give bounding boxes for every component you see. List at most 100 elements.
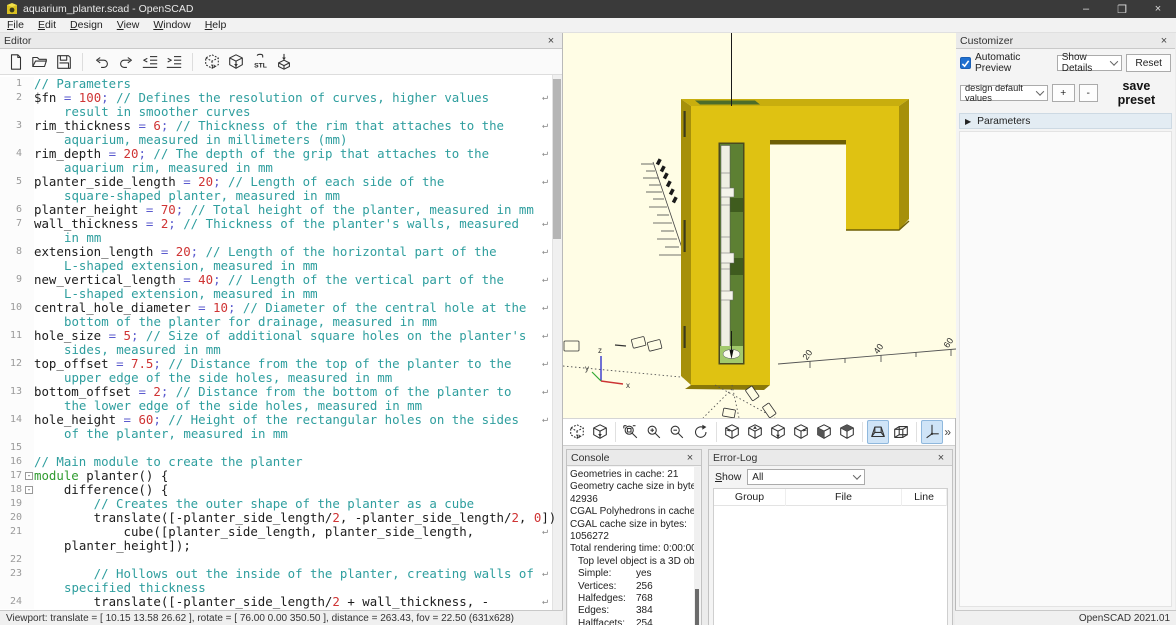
code-line[interactable]: 21 cube([planter_side_length, planter_si… xyxy=(0,525,562,539)
code-line[interactable]: result in smoother curves xyxy=(0,105,562,119)
code-line[interactable]: 15 xyxy=(0,441,562,455)
code-line[interactable]: the lower edge of the side holes, measur… xyxy=(0,399,562,413)
new-file-button[interactable] xyxy=(4,50,28,74)
code-line[interactable]: 23 // Hollows out the inside of the plan… xyxy=(0,567,562,581)
code-line[interactable]: 1// Parameters xyxy=(0,77,562,91)
code-line[interactable]: of the planter, measured in mm xyxy=(0,427,562,441)
column-header-line[interactable]: Line xyxy=(902,489,947,506)
save-file-button[interactable] xyxy=(52,50,76,74)
code-line[interactable]: 16// Main module to create the planter xyxy=(0,455,562,469)
view-top-button[interactable] xyxy=(744,420,766,444)
preview-button[interactable]: » xyxy=(200,50,224,74)
perspective-button[interactable] xyxy=(867,420,889,444)
open-file-button[interactable] xyxy=(28,50,52,74)
code-line[interactable]: 6planter_height = 70; // Total height of… xyxy=(0,203,562,217)
console-output[interactable]: Geometries in cache: 21Geometry cache si… xyxy=(568,467,700,625)
error-filter-dropdown[interactable]: All xyxy=(747,469,865,485)
code-line[interactable]: 4rim_depth = 20; // The depth of the gri… xyxy=(0,147,562,161)
menu-design[interactable]: Design xyxy=(63,18,110,33)
reset-view-button[interactable] xyxy=(690,420,712,444)
code-line[interactable]: L-shaped extension, measured in mm xyxy=(0,287,562,301)
render-button[interactable] xyxy=(224,50,248,74)
code-line[interactable]: bottom of the planter for drainage, meas… xyxy=(0,315,562,329)
customizer-close-icon[interactable]: × xyxy=(1157,35,1171,47)
code-line[interactable]: in mm xyxy=(0,231,562,245)
view-bottom-button[interactable] xyxy=(767,420,789,444)
code-line[interactable]: 7wall_thickness = 2; // Thickness of the… xyxy=(0,217,562,231)
code-line[interactable]: aquarium rim, measured in mm xyxy=(0,161,562,175)
fold-marker[interactable]: - xyxy=(25,472,33,480)
code-line[interactable]: 19 // Creates the outer shape of the pla… xyxy=(0,497,562,511)
zoom-all-button[interactable] xyxy=(620,420,642,444)
automatic-preview-checkbox[interactable] xyxy=(960,57,971,69)
view-front-button[interactable] xyxy=(813,420,835,444)
menu-file[interactable]: File xyxy=(0,18,31,33)
code-line[interactable]: square-shaped planter, measured in mm xyxy=(0,189,562,203)
export-stl-button[interactable]: STL xyxy=(248,50,272,74)
zoom-in-button[interactable] xyxy=(643,420,665,444)
view-back-button[interactable] xyxy=(836,420,858,444)
code-line[interactable]: aquarium, measured in millimeters (mm) xyxy=(0,133,562,147)
undo-button[interactable] xyxy=(90,50,114,74)
code-line[interactable]: 5planter_side_length = 20; // Length of … xyxy=(0,175,562,189)
maximize-button[interactable]: ❐ xyxy=(1104,0,1140,18)
show-details-dropdown[interactable]: Show Details xyxy=(1057,55,1123,71)
menu-edit[interactable]: Edit xyxy=(31,18,63,33)
preview-button[interactable]: » xyxy=(566,420,588,444)
code-line[interactable]: 9new_vertical_length = 40; // Length of … xyxy=(0,273,562,287)
preset-dropdown[interactable]: design default values xyxy=(960,85,1048,101)
orthogonal-button[interactable] xyxy=(890,420,912,444)
reset-button[interactable]: Reset xyxy=(1126,54,1171,72)
viewport-3d[interactable]: 20 40 60 xyxy=(563,33,955,418)
editor-close-icon[interactable]: × xyxy=(544,35,558,47)
column-header-file[interactable]: File xyxy=(786,489,902,506)
add-preset-button[interactable]: + xyxy=(1052,84,1075,102)
console-scrollbar-thumb[interactable] xyxy=(695,589,699,625)
render-button[interactable] xyxy=(589,420,611,444)
code-line[interactable]: 18- difference() { xyxy=(0,483,562,497)
redo-button[interactable] xyxy=(114,50,138,74)
code-line[interactable]: 12top_offset = 7.5; // Distance from the… xyxy=(0,357,562,371)
column-header-group[interactable]: Group xyxy=(714,489,786,506)
error-log-close-icon[interactable]: × xyxy=(934,452,948,464)
code-line[interactable]: 20 translate([-planter_side_length/2, -p… xyxy=(0,511,562,525)
zoom-out-button[interactable] xyxy=(666,420,688,444)
console-scrollbar[interactable] xyxy=(694,467,700,625)
minimize-button[interactable]: – xyxy=(1068,0,1104,18)
remove-preset-button[interactable]: - xyxy=(1079,84,1098,102)
print-3d-button[interactable] xyxy=(272,50,296,74)
customizer-title: Customizer xyxy=(960,35,1157,47)
code-line[interactable]: 2$fn = 100; // Defines the resolution of… xyxy=(0,91,562,105)
code-line[interactable]: specified thickness xyxy=(0,581,562,595)
code-line[interactable]: 3rim_thickness = 6; // Thickness of the … xyxy=(0,119,562,133)
view-right-button[interactable] xyxy=(721,420,743,444)
parameters-section-header[interactable]: ▶ Parameters xyxy=(959,113,1172,129)
code-line[interactable]: 11hole_size = 5; // Size of additional s… xyxy=(0,329,562,343)
menu-view[interactable]: View xyxy=(110,18,147,33)
code-line[interactable]: L-shaped extension, measured in mm xyxy=(0,259,562,273)
code-area[interactable]: 1// Parameters2$fn = 100; // Defines the… xyxy=(0,75,562,610)
view-left-button[interactable] xyxy=(790,420,812,444)
error-log-table-body xyxy=(714,506,947,625)
indent-button[interactable] xyxy=(162,50,186,74)
code-line[interactable]: 17-module planter() { xyxy=(0,469,562,483)
code-line[interactable]: 8extension_length = 20; // Length of the… xyxy=(0,245,562,259)
code-line[interactable]: 22 xyxy=(0,553,562,567)
toolbar-overflow-icon[interactable]: » xyxy=(944,425,951,439)
menu-help[interactable]: Help xyxy=(198,18,234,33)
save-preset-button[interactable]: save preset xyxy=(1102,79,1171,107)
code-line[interactable]: 13bottom_offset = 2; // Distance from th… xyxy=(0,385,562,399)
code-line[interactable]: planter_height]); xyxy=(0,539,562,553)
fold-marker[interactable]: - xyxy=(25,486,33,494)
code-line[interactable]: 24 translate([-planter_side_length/2 + w… xyxy=(0,595,562,609)
code-line[interactable]: upper edge of the side holes, measured i… xyxy=(0,371,562,385)
menu-window[interactable]: Window xyxy=(146,18,197,33)
console-close-icon[interactable]: × xyxy=(683,452,697,464)
unindent-button[interactable] xyxy=(138,50,162,74)
console-panel: Console × Geometries in cache: 21Geometr… xyxy=(566,449,702,625)
code-line[interactable]: sides, measured in mm xyxy=(0,343,562,357)
code-line[interactable]: 10central_hole_diameter = 10; // Diamete… xyxy=(0,301,562,315)
close-button[interactable]: × xyxy=(1140,0,1176,18)
show-axes-button[interactable] xyxy=(921,420,943,444)
code-line[interactable]: 14hole_height = 60; // Height of the rec… xyxy=(0,413,562,427)
